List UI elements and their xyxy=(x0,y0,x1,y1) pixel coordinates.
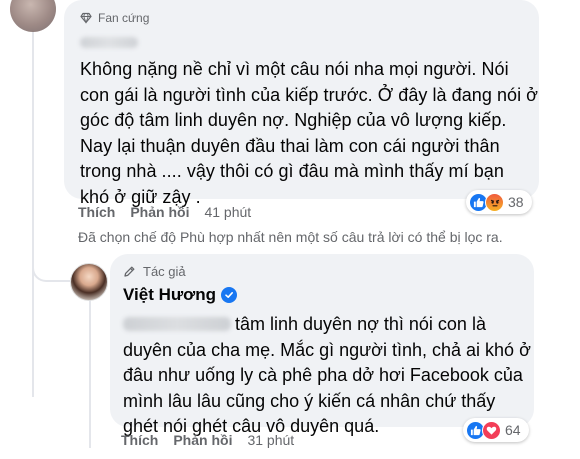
reaction-count: 64 xyxy=(505,422,521,438)
diamond-icon xyxy=(80,12,92,24)
angry-icon xyxy=(485,192,504,212)
commenter-name-blurred[interactable] xyxy=(80,37,138,48)
badge-label: Tác giả xyxy=(143,263,186,279)
reply-line: mình lâu lâu cũng cho ý kiến cá nhân chứ… xyxy=(123,390,496,411)
badge-label: Fan cứng xyxy=(98,11,150,25)
verified-icon xyxy=(221,287,238,303)
reply-reactions[interactable]: 64 xyxy=(463,418,529,442)
reply-actions: Thích Phản hồi 31 phút xyxy=(121,432,309,448)
like-button[interactable]: Thích xyxy=(121,432,158,448)
reply-line: đâu như uống ly cà phê pha dở hơi Facebo… xyxy=(123,365,523,385)
author-avatar[interactable] xyxy=(70,263,108,301)
comment-timestamp[interactable]: 41 phút xyxy=(204,204,251,220)
mention-tag-blurred[interactable] xyxy=(123,317,231,331)
commenter-avatar[interactable] xyxy=(10,0,56,32)
reply-button[interactable]: Phản hồi xyxy=(130,204,189,220)
comment-line: Nay lại thuận duyên đầu thai làm con cái… xyxy=(80,135,500,156)
pen-icon xyxy=(124,266,135,277)
comment-line: trong nhà .... vậy thôi có gì đâu mà mìn… xyxy=(80,161,504,181)
comment-reactions[interactable]: 38 xyxy=(466,190,532,214)
filter-notice: Đã chọn chế độ Phù hợp nhất nên một số c… xyxy=(78,229,503,245)
author-badge: Tác giả xyxy=(123,263,520,279)
comment-line: góc độ tâm linh duyên nợ. Nghiệp của vô … xyxy=(80,110,507,130)
thread-connector xyxy=(32,260,70,282)
author-name[interactable]: Việt Hương xyxy=(123,285,216,305)
reaction-count: 38 xyxy=(508,194,524,210)
comment-line: Không nặng nề chỉ vì một câu nói nha mọi… xyxy=(80,59,509,79)
comment-text: Không nặng nề chỉ vì một câu nói nha mọi… xyxy=(80,57,539,210)
reply-line: tâm linh duyên nợ thì nói con là xyxy=(235,314,486,334)
reply-thread-line xyxy=(89,298,91,448)
like-button[interactable]: Thích xyxy=(78,204,115,220)
author-row: Việt Hương xyxy=(123,285,520,305)
reply-bubble: Tác giả Việt Hương tâm linh duyên nợ thì… xyxy=(110,254,534,436)
reply-line-first: tâm linh duyên nợ thì nói con là xyxy=(123,312,520,338)
reply-button[interactable]: Phản hồi xyxy=(173,432,232,448)
reply-timestamp[interactable]: 31 phút xyxy=(247,432,294,448)
comment-bubble: Fan cứng Không nặng nề chỉ vì một câu nó… xyxy=(64,0,539,207)
thread-line xyxy=(32,30,34,397)
love-icon xyxy=(482,420,501,440)
fan-badge: Fan cứng xyxy=(80,10,523,26)
comment-line: con gái là người tình của kiếp trước. Ở … xyxy=(80,84,539,105)
reply-line: duyên của cha mẹ. Mắc gì người tình, chả… xyxy=(123,339,531,360)
reply-text: tâm linh duyên nợ thì nói con là duyên c… xyxy=(123,312,531,440)
comment-actions: Thích Phản hồi 41 phút xyxy=(78,204,266,220)
